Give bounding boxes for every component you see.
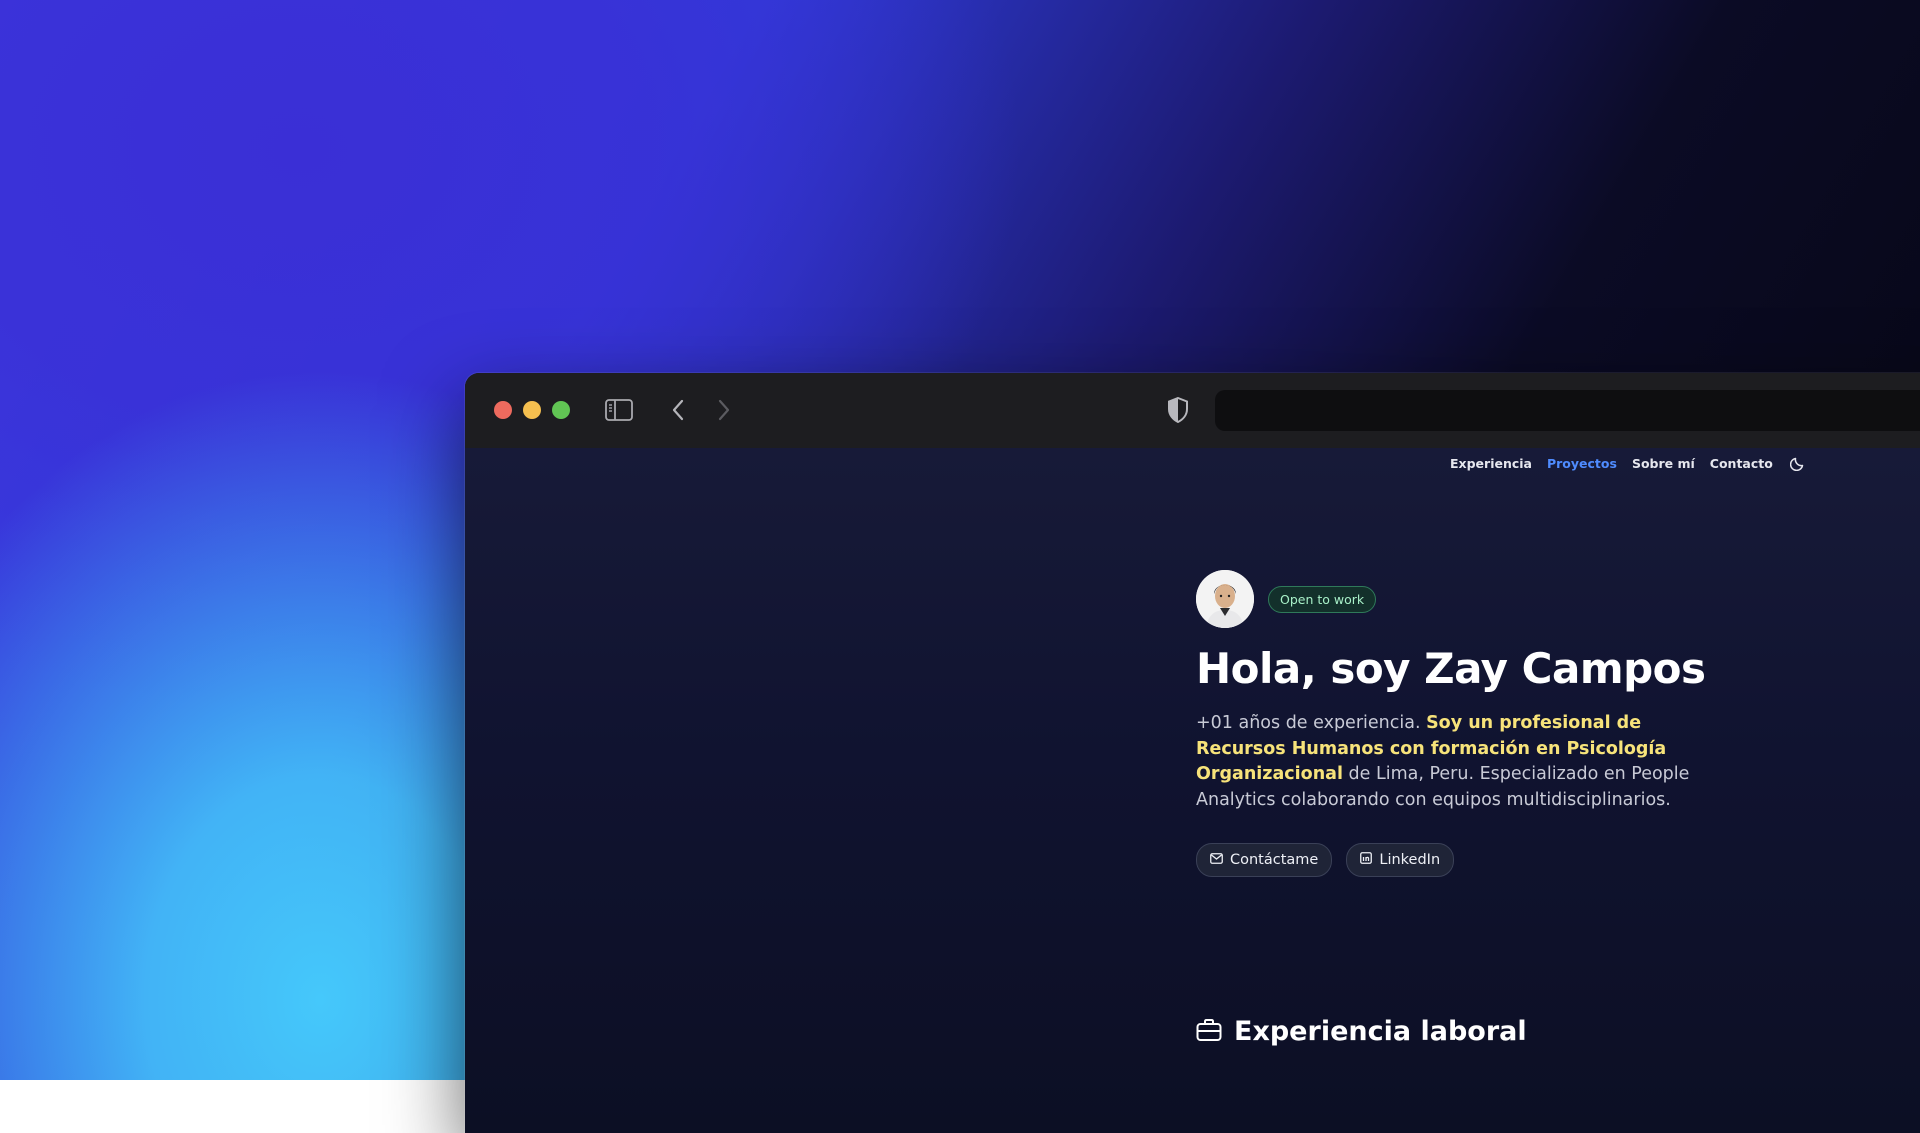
address-bar[interactable]	[1215, 390, 1920, 431]
nav-item-experiencia[interactable]: Experiencia	[1450, 456, 1532, 471]
minimize-window-button[interactable]	[523, 401, 541, 419]
moon-icon[interactable]	[1789, 455, 1806, 471]
page-title: Hola, soy Zay Campos	[1196, 644, 1706, 693]
briefcase-icon	[1196, 1018, 1222, 1046]
hero-actions: Contáctame LinkedIn	[1196, 843, 1716, 877]
chevron-right-icon[interactable]	[711, 395, 737, 425]
nav-item-proyectos[interactable]: Proyectos	[1547, 456, 1617, 471]
zoom-window-button[interactable]	[552, 401, 570, 419]
linkedin-button-label: LinkedIn	[1379, 852, 1441, 868]
contact-button-label: Contáctame	[1230, 852, 1319, 868]
nav-item-sobre-mi[interactable]: Sobre mí	[1632, 456, 1695, 471]
shield-icon[interactable]	[1165, 395, 1191, 425]
avatar	[1196, 570, 1254, 628]
experience-section-header: Experiencia laboral	[1196, 1016, 1527, 1047]
hero-section: Open to work Hola, soy Zay Campos +01 añ…	[1196, 570, 1716, 877]
chevron-left-icon[interactable]	[665, 395, 691, 425]
contact-button[interactable]: Contáctame	[1196, 843, 1333, 877]
top-nav: Experiencia Proyectos Sobre mí Contacto	[1450, 448, 1806, 478]
page-content: Experiencia Proyectos Sobre mí Contacto	[465, 448, 1920, 1133]
avatar-row: Open to work	[1196, 570, 1716, 628]
mail-icon	[1210, 852, 1223, 868]
nav-item-contacto[interactable]: Contacto	[1710, 456, 1773, 471]
close-window-button[interactable]	[494, 401, 512, 419]
linkedin-button[interactable]: LinkedIn	[1346, 843, 1455, 877]
browser-toolbar	[465, 373, 1920, 448]
sidebar-toggle-icon[interactable]	[603, 395, 635, 425]
linkedin-icon	[1360, 852, 1373, 868]
status-badge: Open to work	[1268, 585, 1377, 613]
section-title: Experiencia laboral	[1234, 1016, 1527, 1047]
intro-paragraph: +01 años de experiencia. Soy un profesio…	[1196, 711, 1701, 813]
browser-window: Experiencia Proyectos Sobre mí Contacto	[465, 373, 1920, 1133]
intro-text-start: +01 años de experiencia.	[1196, 713, 1427, 733]
